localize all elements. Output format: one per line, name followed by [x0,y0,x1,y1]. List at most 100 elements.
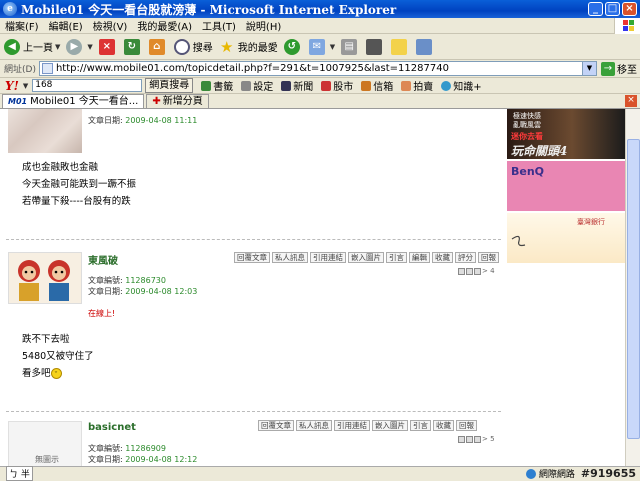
standard-toolbar: ◀ 上一頁 ▼ ▶ ▼ × ↻ ⌂ 搜尋 ★ 我的最愛 ↺ ✉ ▼ ▤ [0,34,640,60]
scrollbar-thumb[interactable] [627,139,640,439]
yahoo-search-input[interactable]: 168 [32,79,143,92]
back-button[interactable]: ◀ 上一頁 ▼ [4,38,60,55]
go-label: 移至 [617,65,637,76]
window-title: Mobile01 今天一看台股就滂薄 - Microsoft Internet … [21,2,397,17]
rate-button[interactable]: 評分 [455,252,476,263]
embed-image-button[interactable]: 嵌入圖片 [348,252,384,263]
edit-button[interactable] [366,38,385,55]
post-divider [6,239,501,240]
chevron-down-icon[interactable]: ▼ [23,82,28,90]
report-button[interactable]: 回報 [478,252,499,263]
avatar[interactable] [8,109,82,153]
refresh-button[interactable]: ↻ [123,38,143,55]
yahoo-settings[interactable]: 設定 [241,78,273,93]
benq-logo: BenQ [511,165,545,178]
post2-actions: 回覆文章 私人訊息 引用連結 嵌入圖片 引言 編輯 收藏 評分 回報 [232,252,499,263]
yahoo-knowledge[interactable]: 知識+ [441,78,482,93]
bookmark-button[interactable]: 收藏 [432,252,453,263]
post2-username[interactable]: 東風破 [88,252,118,267]
messenger-button[interactable] [416,38,435,55]
quote-button[interactable]: 引言 [410,420,431,431]
post-divider [6,411,501,412]
favorites-button[interactable]: ★ 我的最愛 [219,39,278,55]
mobile01-icon: M01 [8,97,28,106]
yahoo-logo[interactable]: Y! [5,79,19,93]
back-label: 上一頁 [23,43,53,54]
discuss-button[interactable] [391,38,410,55]
bookmark-button[interactable]: 收藏 [433,420,454,431]
post3-floor[interactable]: > 5 [458,435,495,443]
report-button[interactable]: 回報 [456,420,477,431]
yahoo-bookmarks[interactable]: 書籤 [201,78,233,93]
avatar[interactable] [8,252,82,304]
post3-username[interactable]: basicnet [88,422,136,433]
ad-sidebar: 極速快感 亂戰風雲 迷你去看 玩命關頭4 BenQ 臺灣銀行 [507,109,625,466]
maximize-button[interactable]: □ [605,2,620,16]
edit-button[interactable]: 編輯 [409,252,430,263]
menu-view[interactable]: 檢視(V) [88,18,133,33]
yahoo-news[interactable]: 新聞 [281,78,313,93]
yahoo-stocks[interactable]: 股市 [321,78,353,93]
refresh-icon: ↻ [123,38,140,55]
home-icon: ⌂ [148,38,165,55]
quote-button[interactable]: 引言 [386,252,407,263]
vertical-scrollbar[interactable] [625,109,640,466]
address-input[interactable]: http://www.mobile01.com/topicdetail.php?… [38,61,597,76]
chevron-down-icon: ▼ [87,42,93,51]
yahoo-auction[interactable]: 拍賣 [401,78,433,93]
new-tab-label: 新增分頁 [162,96,203,107]
forward-button[interactable]: ▶ ▼ [66,38,93,55]
yahoo-search-button[interactable]: 網頁搜尋 [145,78,194,93]
pencil-icon [201,80,212,91]
menu-edit[interactable]: 編輯(E) [44,18,88,33]
private-message-button[interactable]: 私人訊息 [296,420,332,431]
menu-file[interactable]: 檔案(F) [0,18,44,33]
history-button[interactable]: ↺ [283,38,303,55]
tab-close-button[interactable]: × [625,95,637,107]
edit-icon [366,38,383,55]
new-tab-button[interactable]: ✚ 新增分頁 [146,94,209,108]
post3-date: 文章日期: 2009-04-08 12:12 [88,455,198,464]
address-dropdown-icon[interactable]: ▼ [582,62,596,75]
avatar[interactable]: 無圖示 [8,421,82,466]
auction-icon [401,80,412,91]
stop-button[interactable]: × [98,38,118,55]
embed-image-button[interactable]: 嵌入圖片 [372,420,408,431]
movie-ad-banner[interactable]: 極速快感 亂戰風雲 迷你去看 玩命關頭4 [507,109,625,159]
minimize-button[interactable]: _ [588,2,603,16]
tab-mobile01[interactable]: M01 Mobile01 今天一看台... [2,94,145,108]
go-button[interactable]: → 移至 [601,61,637,76]
print-button[interactable]: ▤ [341,38,360,55]
stop-icon: × [98,38,115,55]
history-icon: ↺ [283,38,300,55]
window-titlebar: e Mobile01 今天一看台股就滂薄 - Microsoft Interne… [0,0,640,18]
page-square-icon [474,435,481,443]
page-content: 文章日期: 2009-04-08 11:11 成也金融敗也金融 今天金融可能跌到… [0,109,625,466]
private-message-button[interactable]: 私人訊息 [272,252,308,263]
post2-floor[interactable]: > 4 [458,267,495,275]
bank-ad-banner[interactable]: 臺灣銀行 [507,213,625,263]
close-button[interactable]: × [622,2,637,16]
home-button[interactable]: ⌂ [148,38,168,55]
menu-tools[interactable]: 工具(T) [197,18,241,33]
yahoo-mail[interactable]: 信箱 [361,78,393,93]
ime-indicator[interactable]: ㄅ 半 [6,466,33,481]
go-arrow-icon: → [601,61,615,76]
page-square-icon [458,435,465,443]
post3-id: 文章編號: 11286909 [88,444,166,453]
reply-button[interactable]: 回覆文章 [234,252,270,263]
search-button[interactable]: 搜尋 [173,38,213,55]
mail-button[interactable]: ✉ ▼ [308,38,335,55]
quote-link-button[interactable]: 引用連結 [334,420,370,431]
search-label: 搜尋 [192,43,213,54]
page-square-icon [458,267,465,275]
windows-flag-icon [614,17,640,34]
menu-favorites[interactable]: 我的最愛(A) [132,18,197,33]
benq-ad-banner[interactable]: BenQ [507,161,625,211]
door-god-avatar-icon [9,253,81,303]
quote-link-button[interactable]: 引用連結 [310,252,346,263]
forward-arrow-icon: ▶ [66,38,83,55]
reply-button[interactable]: 回覆文章 [258,420,294,431]
menu-help[interactable]: 說明(H) [241,18,286,33]
page-icon [41,63,53,74]
